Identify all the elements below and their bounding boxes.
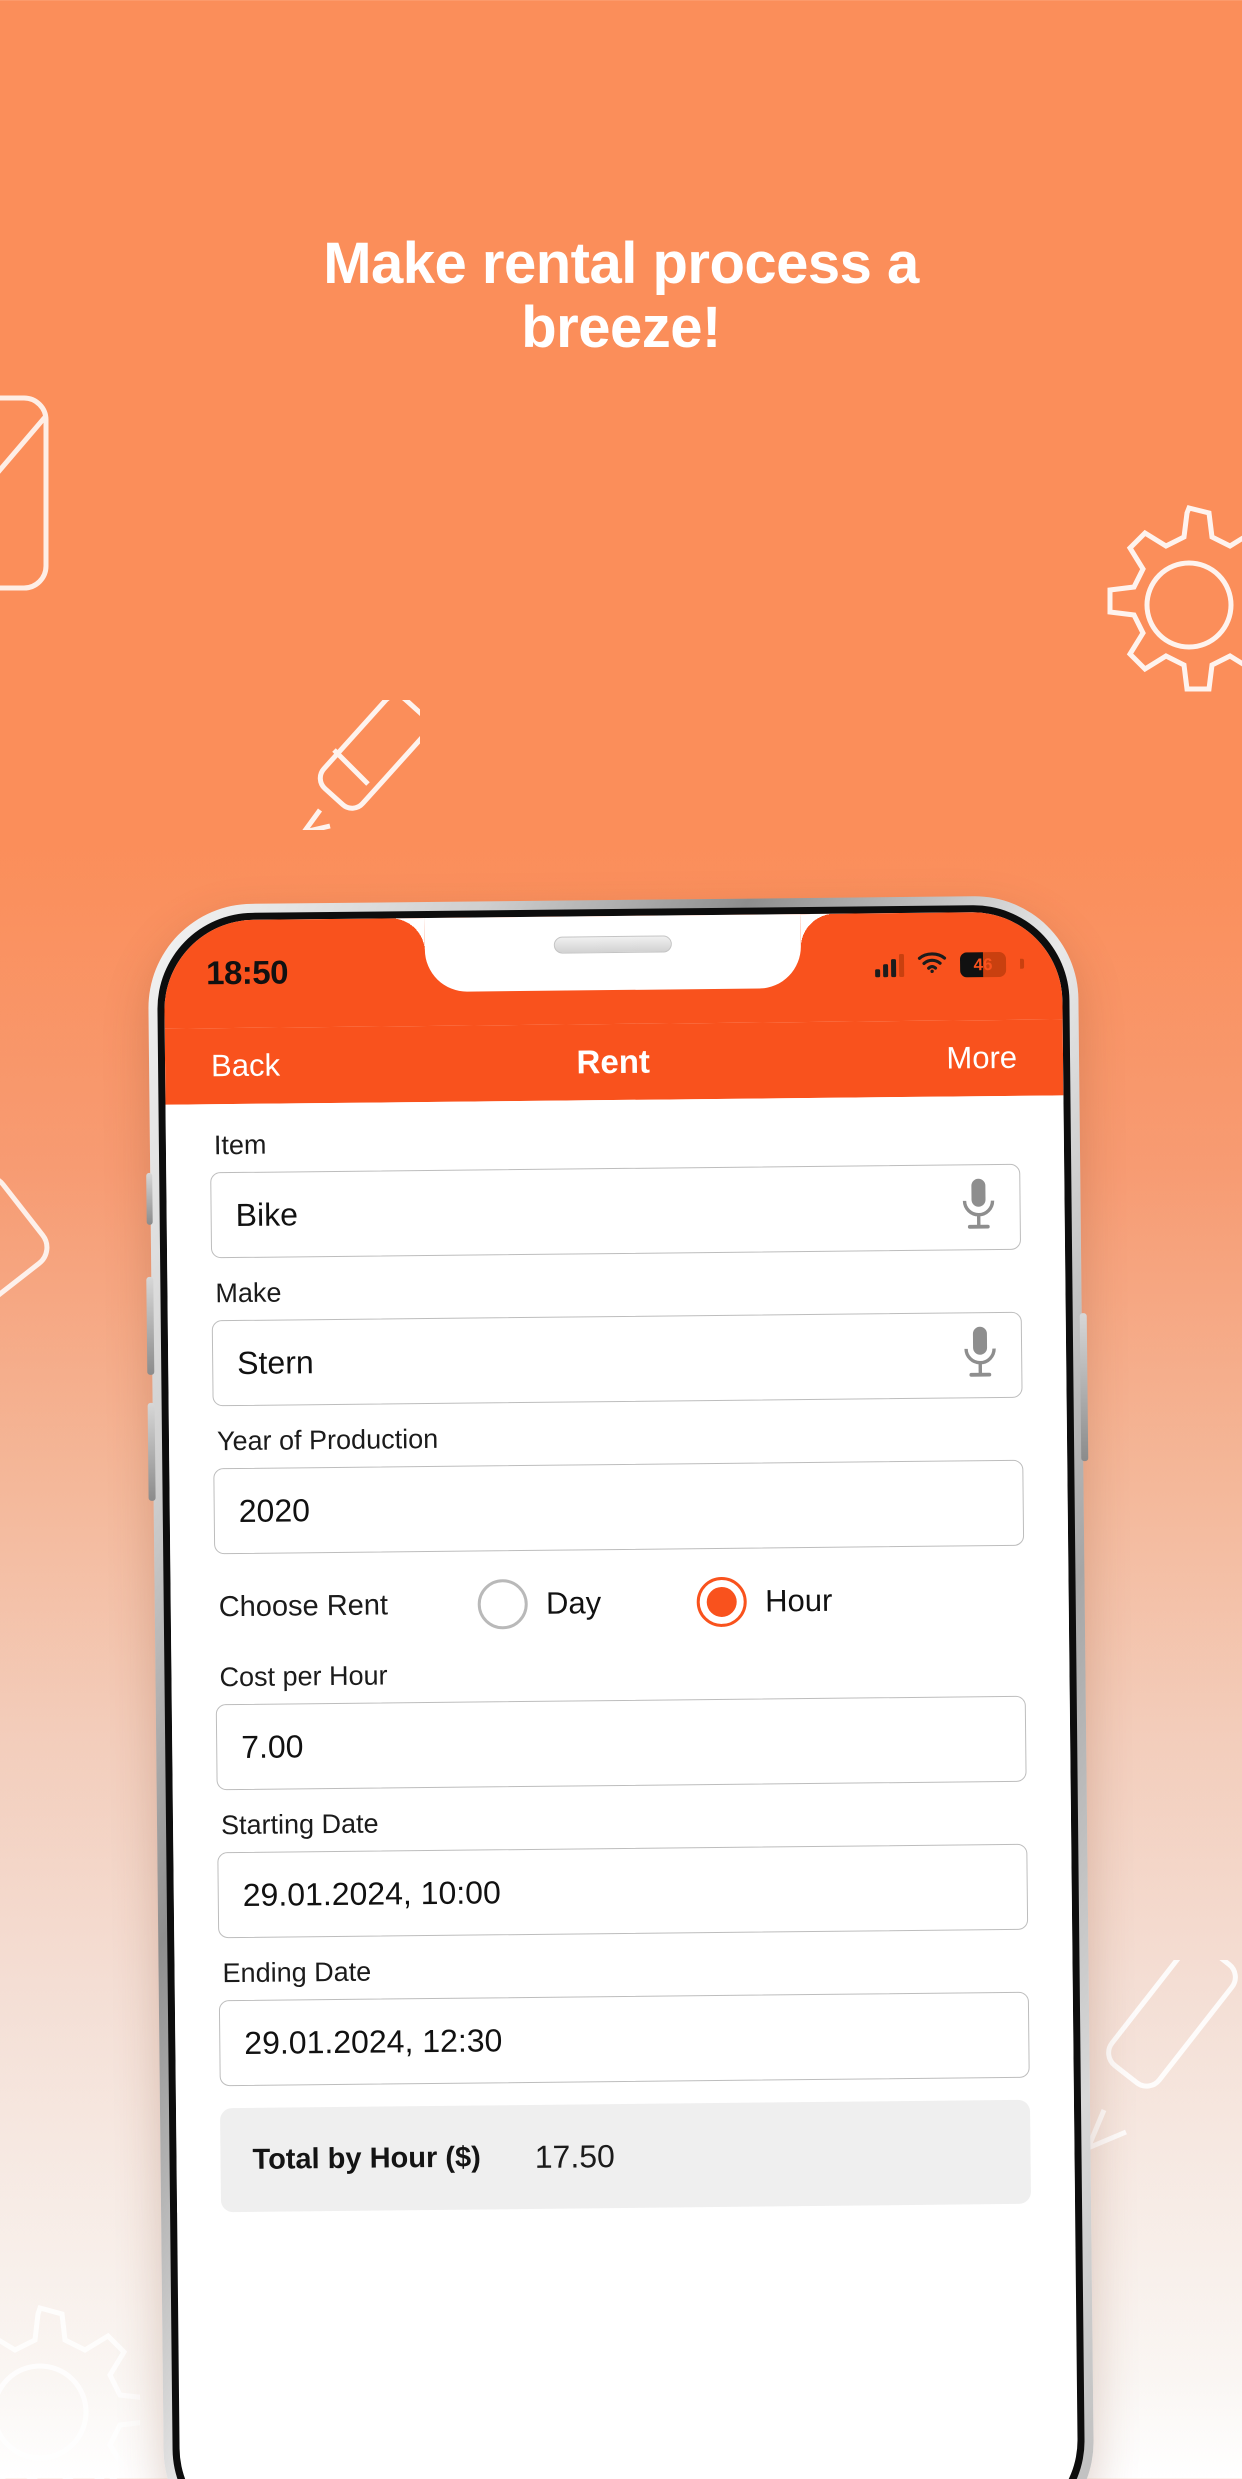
microphone-icon[interactable] bbox=[961, 1325, 1000, 1386]
radio-option-hour[interactable]: Hour bbox=[696, 1576, 833, 1628]
item-input[interactable]: Bike bbox=[210, 1163, 1022, 1259]
field-item: Item Bike bbox=[210, 1122, 1022, 1259]
field-item-label: Item bbox=[213, 1129, 267, 1161]
ending-date-input[interactable]: 29.01.2024, 12:30 bbox=[218, 1991, 1030, 2087]
choose-rent-label: Choose Rent bbox=[218, 1588, 389, 1623]
radio-hour-icon[interactable] bbox=[696, 1576, 748, 1628]
field-year-label: Year of Production bbox=[216, 1423, 439, 1457]
item-input-value: Bike bbox=[235, 1195, 299, 1233]
app-nav-bar: Back Rent More bbox=[164, 1019, 1064, 1105]
more-button[interactable]: More bbox=[946, 1040, 1017, 1077]
phone-screen: 18:50 46 Back Rent More Item Bike Make S… bbox=[163, 911, 1079, 2479]
field-make-label: Make bbox=[215, 1277, 282, 1309]
phone-volume-down-button[interactable] bbox=[147, 1402, 156, 1501]
microphone-icon[interactable] bbox=[959, 1177, 998, 1238]
decoration-pencil-icon bbox=[290, 700, 420, 830]
starting-date-input[interactable]: 29.01.2024, 10:00 bbox=[217, 1843, 1029, 1939]
wifi-icon bbox=[917, 951, 947, 979]
decoration-pencil-2-icon bbox=[1082, 1960, 1242, 2160]
total-row: Total by Hour ($) 17.50 bbox=[219, 2099, 1032, 2213]
decoration-gear-2-icon bbox=[0, 2290, 140, 2479]
radio-day-label: Day bbox=[545, 1585, 602, 1621]
cost-input[interactable]: 7.00 bbox=[215, 1695, 1027, 1791]
earpiece-speaker bbox=[553, 935, 672, 954]
decoration-note-icon bbox=[0, 1170, 80, 1330]
radio-hour-label: Hour bbox=[764, 1582, 833, 1619]
promo-headline: Make rental process a breeze! bbox=[0, 232, 1242, 360]
radio-option-day[interactable]: Day bbox=[477, 1578, 602, 1630]
make-input[interactable]: Stern bbox=[211, 1311, 1023, 1407]
field-ending-date: Ending Date 29.01.2024, 12:30 bbox=[218, 1950, 1030, 2087]
rent-form: Item Bike Make Stern Year of Production … bbox=[165, 1095, 1076, 2213]
ending-date-value: 29.01.2024, 12:30 bbox=[244, 2021, 503, 2061]
battery-cap-icon bbox=[1019, 958, 1025, 969]
phone-mockup: 18:50 46 Back Rent More Item Bike Make S… bbox=[146, 895, 1095, 2479]
field-year-of-production: Year of Production 2020 bbox=[213, 1418, 1025, 1555]
phone-notch bbox=[424, 914, 802, 993]
field-cost-label: Cost per Hour bbox=[219, 1660, 388, 1693]
decoration-gear-icon bbox=[1094, 490, 1242, 720]
phone-mute-switch[interactable] bbox=[146, 1172, 153, 1225]
choose-rent-row: Choose Rent Day Hour bbox=[214, 1574, 1024, 1632]
field-starting-date: Starting Date 29.01.2024, 10:00 bbox=[217, 1802, 1029, 1939]
starting-date-value: 29.01.2024, 10:00 bbox=[242, 1873, 501, 1913]
radio-day-icon[interactable] bbox=[477, 1578, 529, 1630]
field-starting-date-label: Starting Date bbox=[220, 1808, 379, 1841]
page-title: Rent bbox=[576, 1042, 651, 1081]
cost-input-value: 7.00 bbox=[241, 1727, 304, 1765]
year-input-value: 2020 bbox=[238, 1491, 311, 1529]
promo-headline-line1: Make rental process a bbox=[323, 231, 919, 296]
field-ending-date-label: Ending Date bbox=[222, 1956, 372, 1989]
status-bar-time: 18:50 bbox=[205, 953, 289, 992]
status-bar: 18:50 46 bbox=[163, 911, 1063, 1029]
battery-level: 46 bbox=[973, 954, 993, 974]
field-make: Make Stern bbox=[211, 1270, 1023, 1407]
decoration-envelope-icon bbox=[0, 388, 76, 608]
field-cost-per-hour: Cost per Hour 7.00 bbox=[215, 1654, 1027, 1791]
phone-power-button[interactable] bbox=[1079, 1313, 1089, 1462]
phone-volume-up-button[interactable] bbox=[146, 1276, 155, 1375]
battery-icon: 46 bbox=[959, 951, 1007, 977]
back-button[interactable]: Back bbox=[211, 1048, 280, 1085]
total-value: 17.50 bbox=[534, 2137, 616, 2175]
make-input-value: Stern bbox=[236, 1343, 314, 1381]
total-label: Total by Hour ($) bbox=[252, 2140, 481, 2176]
status-bar-indicators: 46 bbox=[875, 950, 1025, 980]
promo-headline-line2: breeze! bbox=[521, 294, 721, 360]
cellular-signal-icon bbox=[875, 953, 905, 978]
year-input[interactable]: 2020 bbox=[213, 1459, 1025, 1555]
